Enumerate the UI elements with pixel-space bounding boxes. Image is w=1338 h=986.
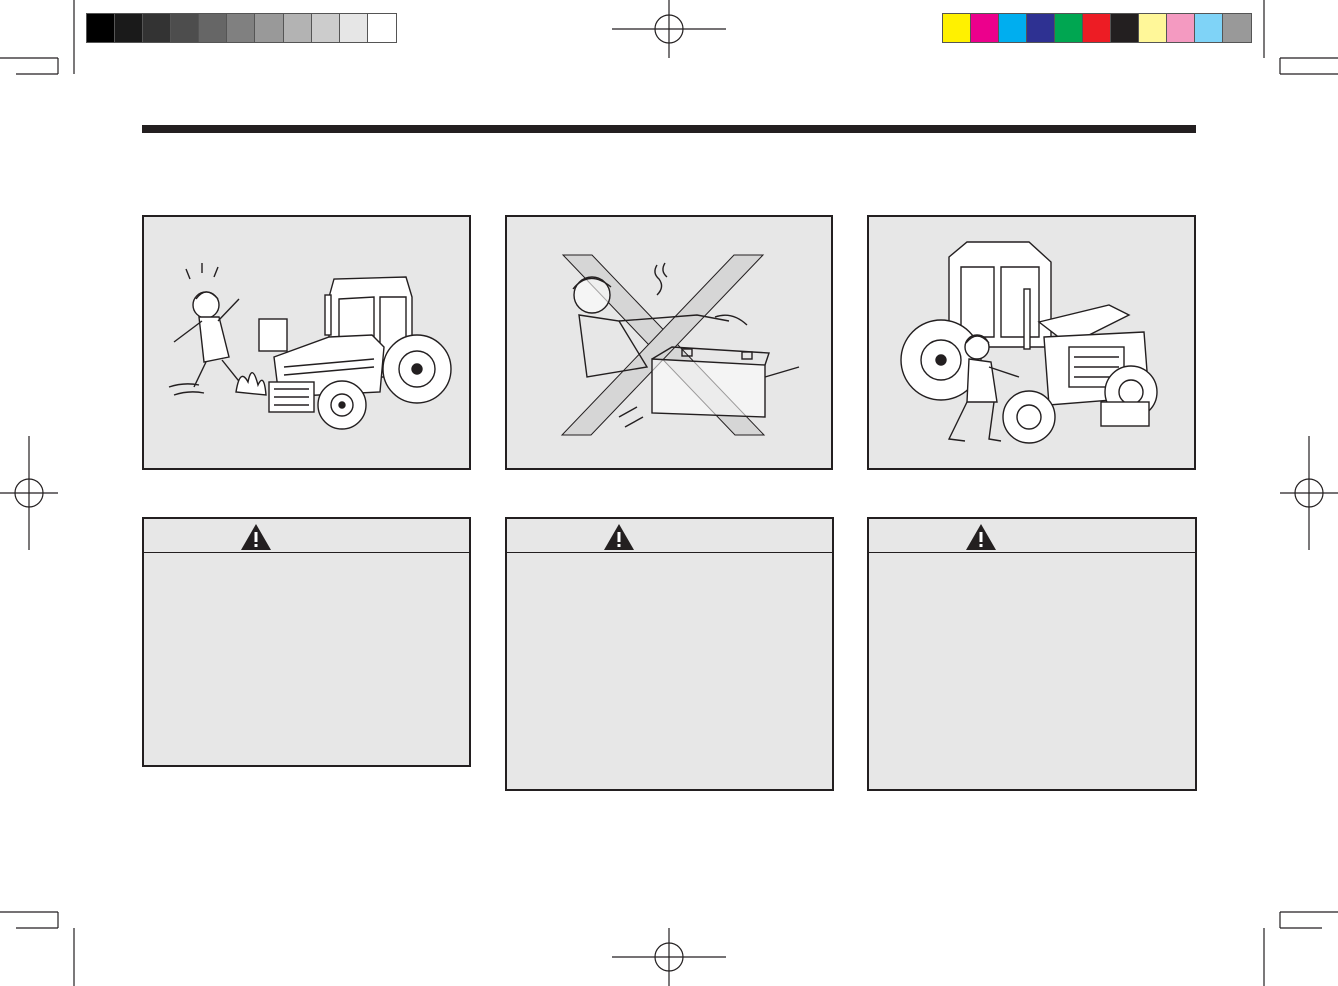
warning-text-2 — [507, 553, 832, 789]
header-rule — [142, 125, 1196, 133]
color-swatch — [943, 14, 971, 42]
warning-box-1 — [142, 517, 471, 767]
warning-triangle-icon — [604, 524, 634, 550]
battery-no-smoking-icon — [560, 254, 800, 436]
color-swatch — [283, 14, 312, 42]
illustration-panel-1 — [142, 215, 471, 470]
warning-triangle-icon — [241, 524, 271, 550]
color-swatch — [367, 14, 396, 42]
printer-marks — [0, 0, 1338, 986]
warning-box-3 — [867, 517, 1197, 791]
warning-header — [144, 519, 469, 553]
color-swatch — [1167, 14, 1195, 42]
tractor-maintenance-icon — [900, 241, 1158, 444]
color-swatch — [1055, 14, 1083, 42]
color-swatch — [143, 14, 172, 42]
warning-text-3 — [869, 553, 1195, 789]
color-swatch — [115, 14, 144, 42]
color-swatch — [1195, 14, 1223, 42]
color-swatch — [255, 14, 284, 42]
color-swatch — [311, 14, 340, 42]
warning-box-2 — [505, 517, 834, 791]
color-swatch — [1139, 14, 1167, 42]
color-swatch — [1223, 14, 1251, 42]
color-swatch — [999, 14, 1027, 42]
process-color-bar — [942, 13, 1252, 43]
color-swatch — [199, 14, 228, 42]
illustration-panel-2 — [505, 215, 833, 470]
tractor-fire-hazard-icon — [168, 263, 452, 430]
warning-header — [507, 519, 832, 553]
color-swatch — [339, 14, 368, 42]
color-swatch — [1111, 14, 1139, 42]
color-swatch — [171, 14, 200, 42]
color-swatch — [1083, 14, 1111, 42]
warning-header — [869, 519, 1195, 553]
grayscale-color-bar — [86, 13, 397, 43]
illustration-panel-3 — [867, 215, 1196, 470]
color-swatch — [87, 14, 116, 42]
color-swatch — [971, 14, 999, 42]
color-swatch — [227, 14, 256, 42]
warning-triangle-icon — [966, 524, 996, 550]
warning-text-1 — [144, 553, 469, 765]
color-swatch — [1027, 14, 1055, 42]
